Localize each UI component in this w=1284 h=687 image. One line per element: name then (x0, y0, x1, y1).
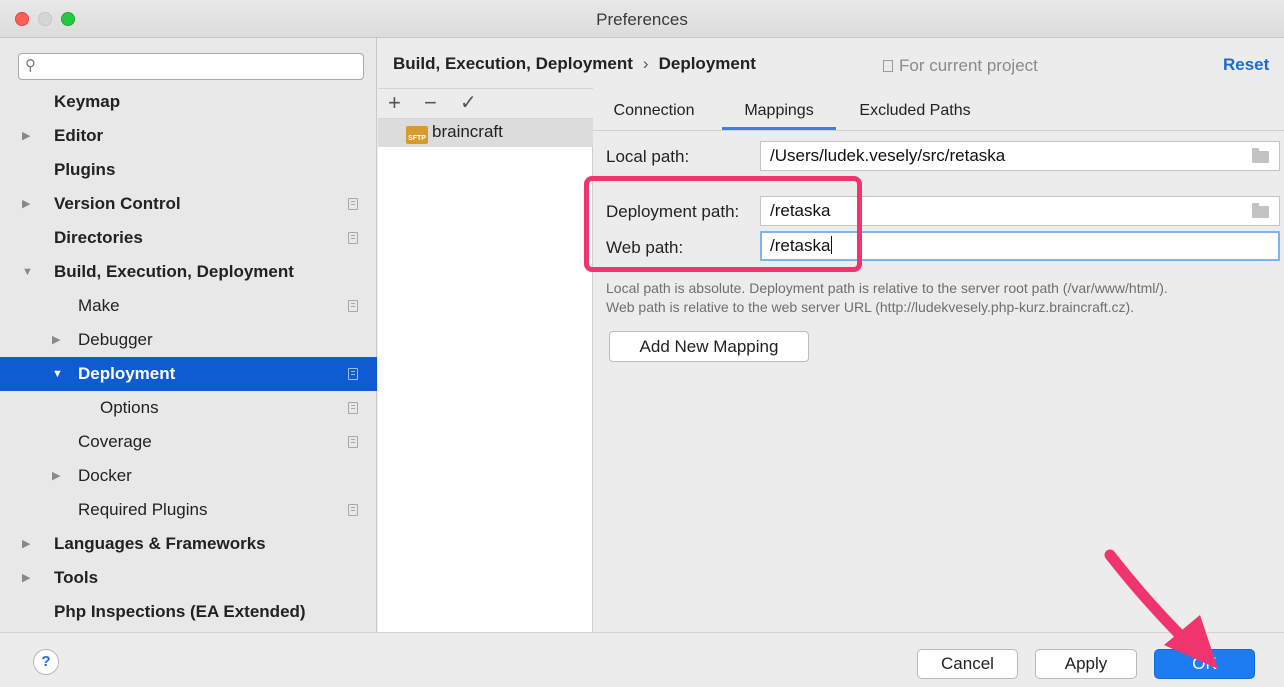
server-toolbar: + − ✓ (378, 89, 593, 119)
sidebar-item-php-inspections-ea-extended[interactable]: Php Inspections (EA Extended) (0, 595, 377, 629)
sidebar-item-label: Directories (54, 228, 143, 247)
collapsed-triangle-icon[interactable]: ▶ (22, 187, 30, 221)
add-server-button[interactable]: + (388, 90, 401, 116)
server-list-item[interactable]: SFTP braincraft (378, 119, 593, 147)
sidebar-item-tools[interactable]: ▶ Tools (0, 561, 377, 595)
sidebar-item-directories[interactable]: Directories (0, 221, 377, 255)
project-scope-icon (348, 198, 358, 210)
help-line-1: Local path is absolute. Deployment path … (606, 280, 1168, 296)
remove-server-button[interactable]: − (424, 90, 437, 116)
sidebar-item-editor[interactable]: ▶ Editor (0, 119, 377, 153)
settings-sidebar: ⚲ Keymap ▶ Editor Plugins ▶ Version Control Di… (0, 38, 377, 632)
local-path-label: Local path: (606, 147, 690, 166)
sidebar-item-label: Docker (78, 466, 132, 485)
server-list-panel: + − ✓ SFTP braincraft (378, 88, 593, 632)
browse-folder-icon[interactable] (1252, 203, 1269, 218)
reset-link[interactable]: Reset (1223, 55, 1269, 75)
window-title: Preferences (596, 10, 688, 29)
sidebar-item-version-control[interactable]: ▶ Version Control (0, 187, 377, 221)
tab-mappings[interactable]: Mappings (722, 94, 836, 130)
sidebar-item-label: Make (78, 296, 120, 315)
collapsed-triangle-icon[interactable]: ▶ (22, 119, 30, 153)
settings-tree: Keymap ▶ Editor Plugins ▶ Version Control Dire… (0, 85, 377, 629)
collapsed-triangle-icon[interactable]: ▶ (52, 459, 60, 493)
sidebar-item-label: Required Plugins (78, 500, 208, 519)
sidebar-item-docker[interactable]: ▶ Docker (0, 459, 377, 493)
sidebar-item-required-plugins[interactable]: Required Plugins (0, 493, 377, 527)
local-path-value: /Users/ludek.vesely/src/retaska (770, 146, 1006, 165)
breadcrumb-parent: Build, Execution, Deployment (393, 54, 633, 73)
project-scope-icon (883, 60, 893, 72)
search-input[interactable] (45, 56, 355, 77)
sidebar-item-label: Plugins (54, 160, 116, 179)
server-name: braincraft (432, 122, 503, 141)
sidebar-item-label: Tools (54, 568, 99, 587)
browse-folder-icon[interactable] (1252, 148, 1269, 163)
project-scope-icon (348, 300, 358, 312)
sidebar-item-build-execution-deployment[interactable]: ▼ Build, Execution, Deployment (0, 255, 377, 289)
collapsed-triangle-icon[interactable]: ▶ (22, 561, 30, 595)
collapsed-triangle-icon[interactable]: ▶ (52, 323, 60, 357)
sidebar-item-options[interactable]: Options (0, 391, 377, 425)
sidebar-item-make[interactable]: Make (0, 289, 377, 323)
project-scope-label: For current project (883, 56, 1038, 76)
sidebar-item-coverage[interactable]: Coverage (0, 425, 377, 459)
project-scope-icon (348, 504, 358, 516)
title-bar: Preferences (0, 0, 1284, 38)
breadcrumb-current: Deployment (658, 54, 756, 73)
search-box[interactable]: ⚲ (18, 53, 364, 80)
expanded-triangle-icon[interactable]: ▼ (22, 255, 33, 289)
search-icon: ⚲ (25, 57, 36, 74)
sidebar-item-label: Debugger (78, 330, 153, 349)
sidebar-item-label: Coverage (78, 432, 152, 451)
local-path-field[interactable]: /Users/ludek.vesely/src/retaska (760, 141, 1280, 171)
sidebar-item-label: Keymap (54, 92, 121, 111)
sidebar-item-keymap[interactable]: Keymap (0, 85, 377, 119)
sidebar-item-label: Languages & Frameworks (54, 534, 266, 553)
cancel-button[interactable]: Cancel (917, 649, 1018, 679)
help-line-2: Web path is relative to the web server U… (606, 299, 1135, 315)
annotation-highlight-box (584, 176, 862, 272)
expanded-triangle-icon[interactable]: ▼ (52, 357, 63, 391)
tab-connection[interactable]: Connection (604, 94, 704, 130)
mapping-help-text: Local path is absolute. Deployment path … (606, 279, 1284, 317)
preferences-window: Preferences ⚲ Keymap ▶ Editor Plugins ▶ Versi… (0, 0, 1284, 687)
sidebar-item-label: Version Control (54, 194, 181, 213)
add-new-mapping-button[interactable]: Add New Mapping (609, 331, 809, 362)
sidebar-item-label: Editor (54, 126, 104, 145)
collapsed-triangle-icon[interactable]: ▶ (22, 527, 30, 561)
project-scope-icon (348, 402, 358, 414)
help-button[interactable]: ? (33, 649, 59, 675)
main-panel: Build, Execution, Deployment › Deployment … (378, 38, 1284, 632)
sidebar-item-languages-frameworks[interactable]: ▶ Languages & Frameworks (0, 527, 377, 561)
sftp-icon: SFTP (406, 126, 428, 144)
sidebar-item-label: Php Inspections (EA Extended) (54, 602, 306, 621)
annotation-arrow-icon (1104, 549, 1218, 669)
sidebar-item-label: Options (100, 398, 159, 417)
tab-divider (593, 130, 1284, 131)
breadcrumb: Build, Execution, Deployment › Deployment (393, 54, 756, 74)
breadcrumb-separator-icon: › (642, 54, 649, 73)
project-scope-text: For current project (899, 56, 1038, 75)
project-scope-icon (348, 232, 358, 244)
sidebar-item-plugins[interactable]: Plugins (0, 153, 377, 187)
project-scope-icon (348, 368, 358, 380)
set-default-server-button[interactable]: ✓ (460, 90, 477, 116)
sidebar-item-debugger[interactable]: ▶ Debugger (0, 323, 377, 357)
sidebar-item-deployment[interactable]: ▼ Deployment (0, 357, 377, 391)
sidebar-item-label: Deployment (78, 364, 176, 383)
project-scope-icon (348, 436, 358, 448)
tab-excluded-paths[interactable]: Excluded Paths (849, 94, 981, 130)
sidebar-item-label: Build, Execution, Deployment (54, 262, 294, 281)
